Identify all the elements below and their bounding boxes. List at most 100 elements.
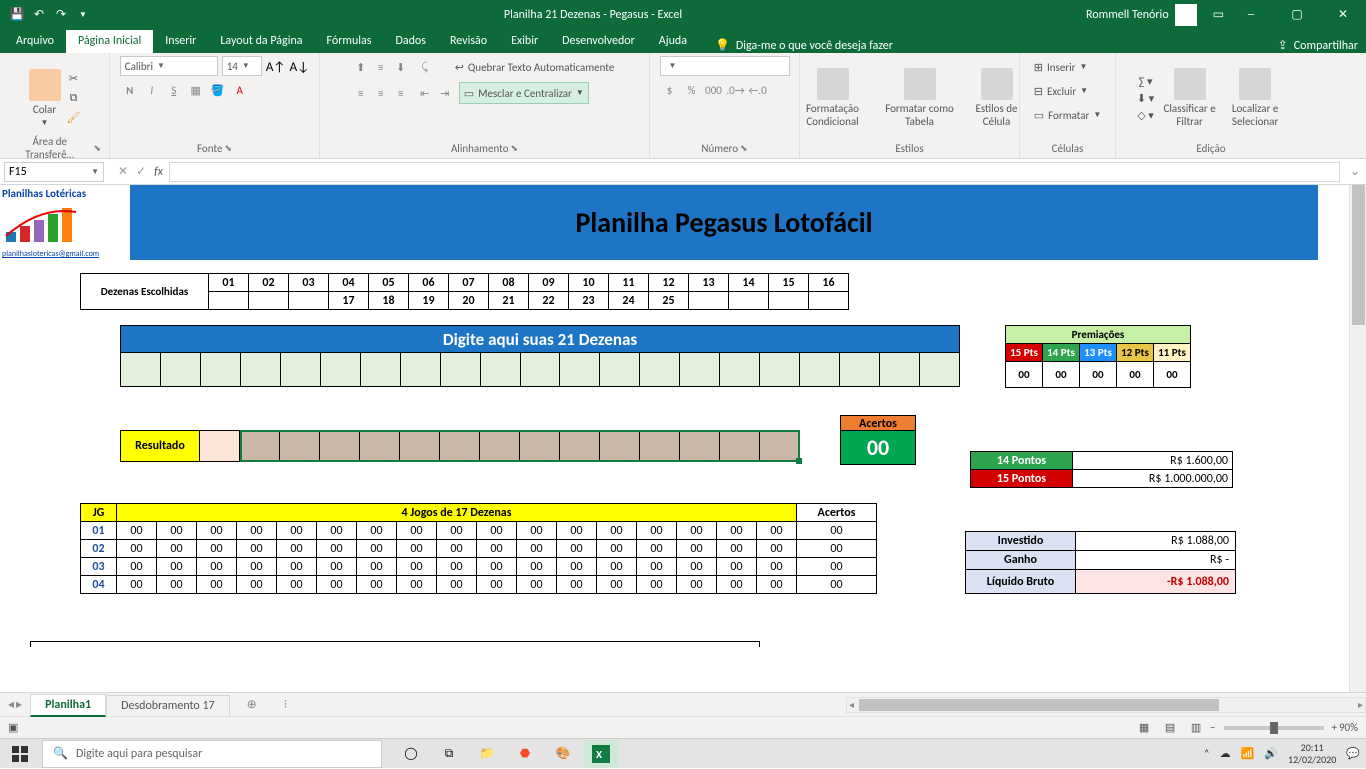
merge-center-button[interactable]: ▭Mesclar e Centralizar▼ (459, 82, 589, 104)
decrease-font-icon[interactable]: A↓ (290, 56, 310, 76)
user-name[interactable]: Rommell Tenório (1086, 8, 1169, 22)
digite-cell[interactable] (760, 353, 800, 387)
resultado-cell[interactable] (200, 430, 240, 462)
tab-dados[interactable]: Dados (383, 30, 437, 53)
border-button[interactable]: ▦ (186, 80, 206, 100)
resultado-cell[interactable] (760, 430, 800, 462)
digite-cell[interactable] (880, 353, 920, 387)
page-layout-view-icon[interactable]: ▤ (1158, 719, 1182, 737)
autosum-icon[interactable]: ∑ ▾ (1139, 75, 1153, 88)
redo-icon[interactable]: ↷ (52, 6, 70, 24)
tab-layout[interactable]: Layout da Página (208, 30, 314, 53)
percent-format-icon[interactable]: % (682, 80, 702, 100)
digite-cell[interactable] (720, 353, 760, 387)
decrease-decimal-icon[interactable]: ←.0 (748, 80, 768, 100)
zoom-out-icon[interactable]: − (1210, 721, 1215, 734)
enter-formula-icon[interactable]: ✓ (136, 164, 146, 179)
digite-cell[interactable] (920, 353, 960, 387)
start-button[interactable] (0, 739, 40, 769)
notifications-icon[interactable]: 💬 (1346, 747, 1360, 760)
fill-color-button[interactable]: 🪣 (208, 80, 228, 100)
tab-inserir[interactable]: Inserir (153, 30, 208, 53)
resultado-cell[interactable] (400, 430, 440, 462)
resultado-cell[interactable] (720, 430, 760, 462)
digite-cell[interactable] (161, 353, 201, 387)
clear-icon[interactable]: ◇ ▾ (1137, 109, 1153, 122)
number-format-dropdown[interactable]: ▼ (660, 56, 790, 76)
taskbar-search[interactable]: 🔍 Digite aqui para pesquisar (42, 740, 382, 768)
font-color-button[interactable]: A (230, 80, 250, 100)
fx-icon[interactable]: fx (154, 165, 163, 179)
file-explorer-icon[interactable]: 📁 (470, 740, 504, 768)
tab-ajuda[interactable]: Ajuda (647, 30, 699, 53)
worksheet-area[interactable]: Planilhas Lotéricas planilhaslotericas@g… (0, 185, 1366, 692)
wrap-text-button[interactable]: ↩Quebrar Texto Automaticamente (451, 56, 619, 78)
digite-cell[interactable] (201, 353, 241, 387)
increase-decimal-icon[interactable]: .0→ (726, 80, 746, 100)
digite-cell[interactable] (241, 353, 281, 387)
taskbar-clock[interactable]: 20:11 12/02/2020 (1288, 742, 1336, 766)
paste-button[interactable]: Colar ▼ (29, 69, 61, 128)
italic-button[interactable]: I (142, 80, 162, 100)
digite-cell[interactable] (640, 353, 680, 387)
tray-chevron-icon[interactable]: ˄ (1204, 747, 1210, 760)
align-top-icon[interactable]: ⬆ (351, 57, 371, 77)
resultado-cell[interactable] (600, 430, 640, 462)
network-icon[interactable]: 📶 (1241, 747, 1255, 760)
resultado-cell[interactable] (640, 430, 680, 462)
underline-button[interactable]: S (164, 80, 184, 100)
minimize-button[interactable]: ─ (1228, 0, 1274, 29)
copy-icon[interactable]: ⧉ (70, 91, 78, 105)
task-view-icon[interactable]: ⧉ (432, 740, 466, 768)
cortana-icon[interactable]: ◯ (394, 740, 428, 768)
comma-format-icon[interactable]: 000 (704, 80, 724, 100)
resultado-cell[interactable] (280, 430, 320, 462)
zoom-in-icon[interactable]: + (1332, 721, 1337, 734)
digite-cell[interactable] (481, 353, 521, 387)
vertical-scrollbar[interactable] (1349, 185, 1366, 692)
cut-icon[interactable]: ✂ (69, 72, 78, 85)
page-break-view-icon[interactable]: ▥ (1184, 719, 1208, 737)
resultado-cell[interactable] (480, 430, 520, 462)
name-box[interactable]: F15▼ (4, 162, 104, 182)
bold-button[interactable]: N (120, 80, 140, 100)
format-painter-icon[interactable]: 🖌 (67, 111, 81, 124)
resultado-cell[interactable] (320, 430, 360, 462)
align-right-icon[interactable]: ≡ (391, 83, 411, 103)
sheet-nav-last-icon[interactable]: ▸ (16, 697, 22, 712)
digite-cell[interactable] (121, 353, 161, 387)
volume-icon[interactable]: 🔊 (1264, 747, 1278, 760)
resultado-cell[interactable] (520, 430, 560, 462)
digite-cell[interactable] (800, 353, 840, 387)
indent-increase-icon[interactable]: ⇥ (435, 83, 455, 103)
onedrive-icon[interactable]: ☁ (1220, 747, 1231, 760)
resultado-cell[interactable] (240, 430, 280, 462)
digite-cell[interactable] (680, 353, 720, 387)
digite-cell[interactable] (401, 353, 441, 387)
resultado-cell[interactable] (360, 430, 400, 462)
digite-cell[interactable] (281, 353, 321, 387)
excel-taskbar-icon[interactable]: X (584, 740, 618, 768)
sheet-tab-planilha1[interactable]: Planilha1 (30, 694, 106, 717)
delete-cells-button[interactable]: ⊟Excluir▼ (1030, 80, 1092, 102)
sheet-tab-desdobramento[interactable]: Desdobramento 17 (106, 695, 230, 716)
tab-revisao[interactable]: Revisão (438, 30, 499, 53)
zoom-value[interactable]: 90% (1339, 721, 1358, 734)
scroll-thumb[interactable] (1352, 185, 1365, 325)
share-button[interactable]: ⇪ Compartilhar (1278, 38, 1358, 53)
add-sheet-button[interactable]: ⊕ (240, 693, 264, 717)
tell-me[interactable]: 💡 Diga-me o que você deseja fazer (715, 38, 893, 53)
brave-icon[interactable]: ⬣ (508, 740, 542, 768)
indent-decrease-icon[interactable]: ⇤ (415, 83, 435, 103)
fill-icon[interactable]: ⬇ ▾ (1137, 92, 1154, 105)
cancel-formula-icon[interactable]: ✕ (118, 164, 128, 179)
digite-cell[interactable] (600, 353, 640, 387)
ribbon-options-icon[interactable]: ▭ (1213, 7, 1224, 22)
accounting-format-icon[interactable]: $ (660, 80, 680, 100)
font-size-dropdown[interactable]: 14▼ (222, 56, 262, 76)
horizontal-scrollbar[interactable]: ◂ ▸ (846, 697, 1366, 713)
increase-font-icon[interactable]: A↑ (266, 56, 286, 76)
save-icon[interactable]: 💾 (8, 6, 26, 24)
sheet-nav-first-icon[interactable]: ◂ (8, 697, 14, 712)
digite-cell[interactable] (840, 353, 880, 387)
